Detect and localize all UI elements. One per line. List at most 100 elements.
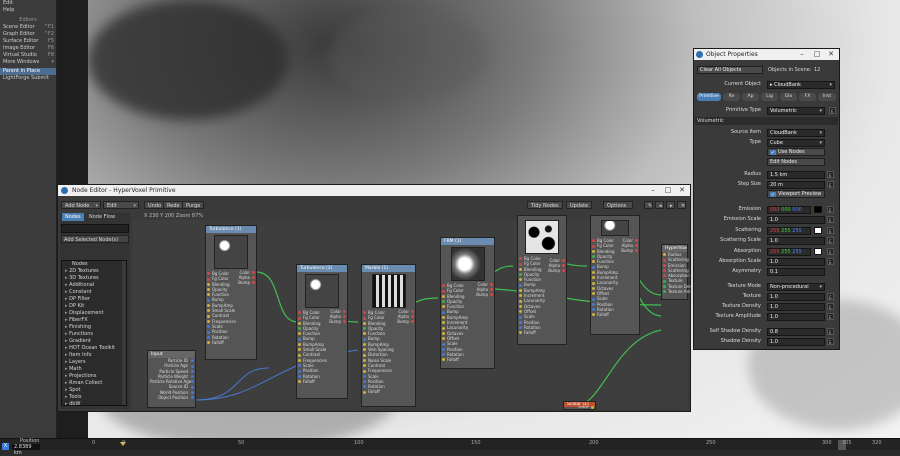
envelope-icon[interactable] <box>827 216 834 225</box>
scattering-swatch[interactable] <box>814 227 822 234</box>
emission-swatch[interactable] <box>814 206 822 213</box>
absorption-scale-field[interactable]: 1.0 <box>767 257 825 266</box>
viewport-preview-checkbox[interactable]: ✓ Viewport Preview <box>767 190 825 198</box>
tab-render[interactable]: Re <box>723 93 740 101</box>
envelope-icon[interactable] <box>827 171 834 180</box>
add-node-dropdown[interactable]: Add Node <box>61 201 101 210</box>
list-item[interactable]: Item Info <box>62 352 126 359</box>
minimize-icon[interactable]: – <box>795 49 809 60</box>
list-item[interactable]: Math <box>62 366 126 373</box>
input-port[interactable]: Falloff <box>297 379 347 384</box>
envelope-icon[interactable] <box>827 328 834 337</box>
list-item[interactable]: Tools <box>62 394 126 401</box>
node-fbm-1[interactable]: FBM (1) Color Alpha Bump Bg Color Fg Col… <box>440 237 495 369</box>
list-scrollbar[interactable] <box>122 261 126 405</box>
step-size-field[interactable]: 20 m <box>767 180 825 189</box>
current-object-dropdown[interactable]: ▸ CloudBank <box>767 80 835 89</box>
texture-amplitude-field[interactable]: 1.0 <box>767 312 825 321</box>
tab-instances[interactable]: Inst <box>818 93 836 101</box>
list-item[interactable]: Constant <box>62 289 126 296</box>
menu-scene-editor[interactable]: Scene Editor ^F1 <box>0 24 56 31</box>
list-item[interactable]: Functions <box>62 331 126 338</box>
list-item[interactable]: 2D Textures <box>62 268 126 275</box>
envelope-icon[interactable] <box>827 237 834 246</box>
axis-x-button[interactable]: X <box>2 443 9 450</box>
node-turbulence-1[interactable]: Turbulence (1) Color Alpha Bump Bg Color… <box>205 225 257 360</box>
close-panel-icon[interactable]: ✕ <box>677 201 686 209</box>
node-texture-4[interactable]: Color Alpha Bump Bg Color Fg Color Blend… <box>517 215 567 345</box>
list-item[interactable]: Rman Collect <box>62 380 126 387</box>
tab-appearance[interactable]: Ap <box>742 93 759 101</box>
node-marble-1[interactable]: Marble (1) Color Alpha Bump Bg Color Fg … <box>361 264 416 407</box>
input-port[interactable]: Falloff <box>518 330 566 335</box>
menu-parent-in-place[interactable]: Parent in Place <box>0 68 56 75</box>
close-icon[interactable]: ✕ <box>824 49 838 60</box>
arrow-right-icon[interactable]: ▸ <box>666 201 675 209</box>
texture-mode-dropdown[interactable]: Non-procedural <box>767 282 825 291</box>
envelope-icon[interactable] <box>827 258 834 267</box>
texture-field[interactable]: 1.0 <box>767 292 825 301</box>
list-item[interactable]: DP Kit <box>62 303 126 310</box>
menu-lightforge-submit[interactable]: LightForge Submit <box>0 75 56 82</box>
node-canvas[interactable]: Turbulence (1) Color Alpha Bump Bg Color… <box>133 215 692 410</box>
purge-button[interactable]: Purge <box>182 201 205 209</box>
minimize-icon[interactable]: – <box>646 185 660 196</box>
tab-global[interactable]: Glo <box>780 93 797 101</box>
list-item[interactable]: Projections <box>62 373 126 380</box>
list-item[interactable]: HOT Ocean Toolkit <box>62 345 126 352</box>
envelope-icon[interactable] <box>827 181 834 190</box>
update-button[interactable]: Update <box>566 201 593 209</box>
tidy-nodes-button[interactable]: Tidy Nodes <box>527 201 563 209</box>
menu-virtual-studio[interactable]: Virtual Studio F8 <box>0 52 56 59</box>
envelope-icon[interactable] <box>827 313 834 322</box>
list-item[interactable]: Gradient <box>62 338 126 345</box>
envelope-icon[interactable] <box>827 338 834 347</box>
emission-scale-field[interactable]: 1.0 <box>767 215 825 224</box>
input-port[interactable]: Falloff <box>441 357 494 362</box>
shadow-density-field[interactable]: 1.0 <box>767 337 825 346</box>
timeline-bar[interactable]: X Position 2.8389 km 0 0 50 100 150 200 … <box>0 438 900 456</box>
list-item[interactable]: Additional <box>62 282 126 289</box>
texture-density-field[interactable]: 1.0 <box>767 302 825 311</box>
input-port[interactable]: Falloff <box>362 389 415 394</box>
asymmetry-field[interactable]: 0.1 <box>767 267 825 276</box>
menu-image-editor[interactable]: Image Editor F6 <box>0 45 56 52</box>
menu-graph-editor[interactable]: Graph Editor ^F2 <box>0 31 56 38</box>
menu-more-windows[interactable]: More Windows ▾ <box>0 59 56 66</box>
tab-fx[interactable]: FX <box>799 93 816 101</box>
input-port[interactable]: Texture Am <box>662 289 691 294</box>
primitive-type-dropdown[interactable]: Volumetric <box>767 106 825 115</box>
node-texture-5[interactable]: Color Alpha Bump Bg Color Fg Color Blend… <box>590 215 640 335</box>
scattering-scale-field[interactable]: 1.0 <box>767 236 825 245</box>
list-item[interactable]: FiberFX <box>62 317 126 324</box>
input-port[interactable]: Falloff <box>591 312 639 317</box>
maximize-icon[interactable]: □ <box>661 185 675 196</box>
list-item[interactable]: Displacement <box>62 310 126 317</box>
output-port[interactable]: Object Position <box>148 395 195 400</box>
undo-button[interactable]: Undo <box>144 201 166 209</box>
trash-icon[interactable] <box>829 107 836 116</box>
envelope-icon[interactable] <box>827 248 834 257</box>
emission-color-field[interactable]: 000 000 000 <box>767 205 811 214</box>
tab-node-flow[interactable]: Node Flow <box>86 213 118 221</box>
node-input[interactable]: Input Particle ID Particle Age Particle … <box>147 350 196 408</box>
position-field[interactable]: 2.8389 km <box>12 444 40 456</box>
envelope-icon[interactable] <box>827 206 834 215</box>
node-hypervoxel[interactable]: HyperVoxel Radius Scattering Emission Sc… <box>661 244 692 300</box>
radius-field[interactable]: 1.5 km <box>767 170 825 179</box>
absorption-swatch[interactable] <box>814 248 822 255</box>
menu-surface-editor[interactable]: Surface Editor F5 <box>0 38 56 45</box>
add-selected-nodes-button[interactable]: Add Selected Node(s) <box>61 235 129 243</box>
type-dropdown[interactable]: Cube <box>767 138 825 147</box>
tab-nodes[interactable]: Nodes <box>62 213 84 221</box>
close-icon[interactable]: ✕ <box>675 185 689 196</box>
node-search-input[interactable] <box>61 224 129 233</box>
list-item[interactable]: Spot <box>62 387 126 394</box>
clear-all-objects-button[interactable]: Clear All Objects <box>697 66 763 74</box>
node-editor-titlebar[interactable]: Node Editor - HyperVoxel Primitive – □ ✕ <box>58 185 690 196</box>
input-port[interactable]: Falloff <box>206 340 256 345</box>
menu-help[interactable]: Help <box>0 7 56 14</box>
list-item[interactable]: Finishing <box>62 324 126 331</box>
tab-lights[interactable]: Lig <box>761 93 778 101</box>
envelope-icon[interactable] <box>827 227 834 236</box>
